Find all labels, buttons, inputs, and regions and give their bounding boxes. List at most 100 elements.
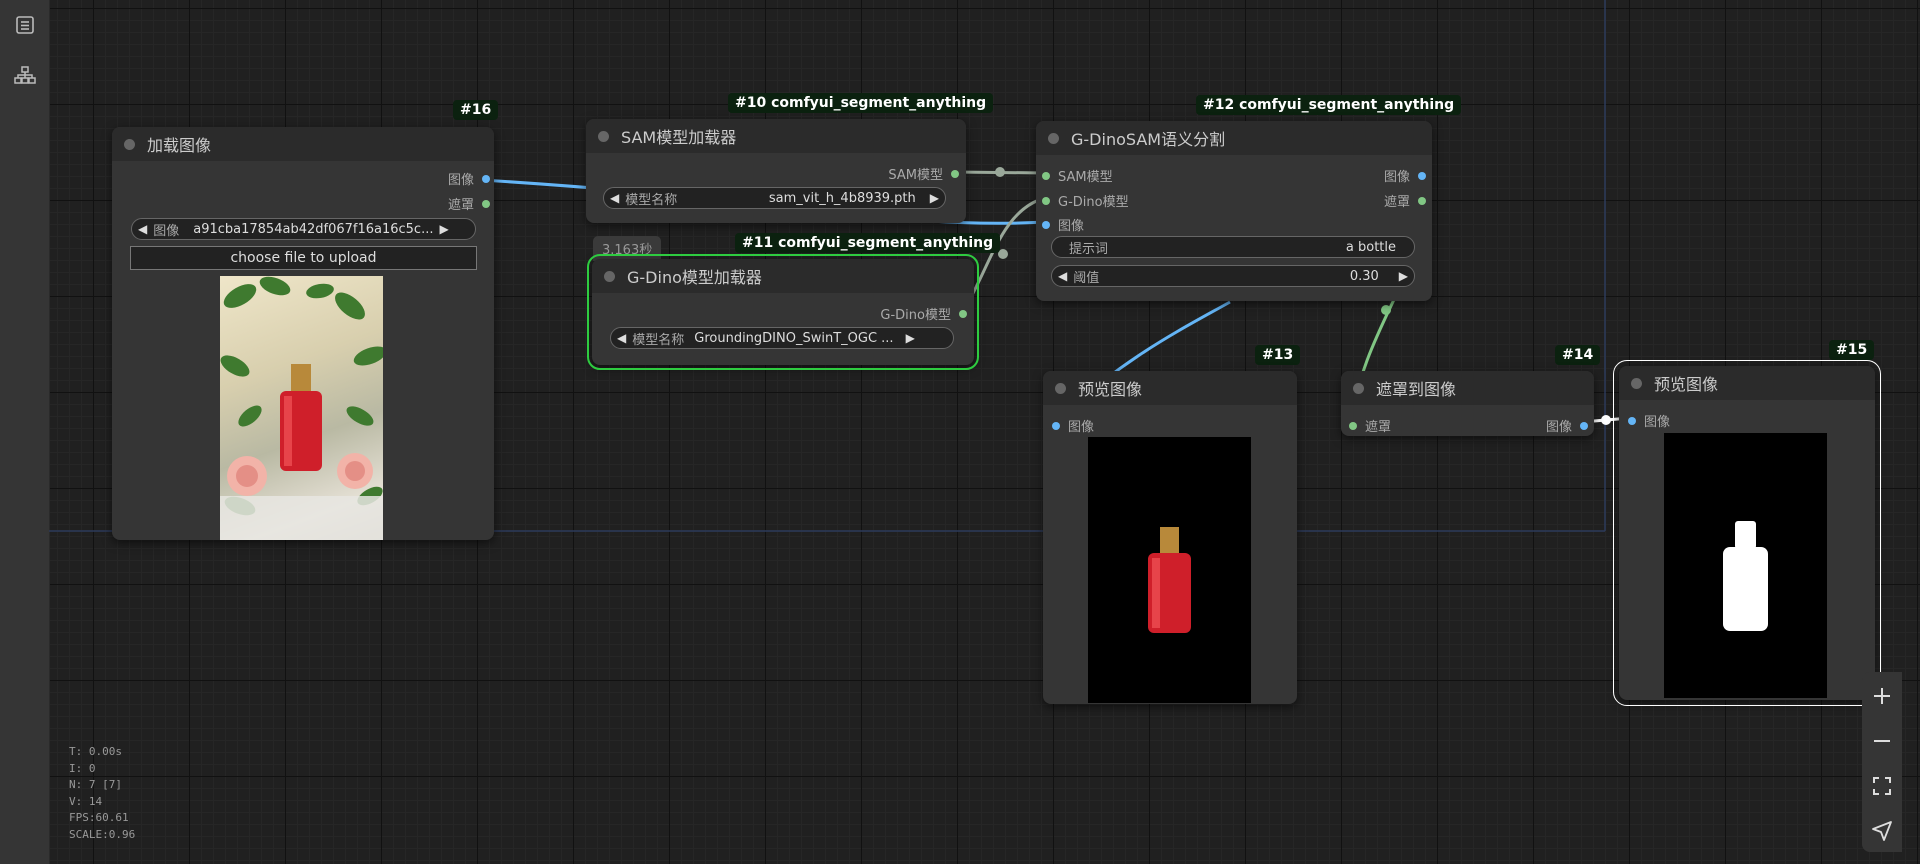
widget-value: sam_vit_h_4b8939.pth xyxy=(768,190,916,206)
node-header[interactable]: 遮罩到图像 xyxy=(1341,371,1594,405)
input-dot[interactable] xyxy=(1042,220,1050,229)
render-stats: T: 0.00s I: 0 N: 7 [7] V: 14 FPS:60.61 S… xyxy=(69,744,135,843)
node-title: 遮罩到图像 xyxy=(1376,380,1457,399)
output-slot-image[interactable]: 图像 xyxy=(448,169,490,188)
node-title: SAM模型加载器 xyxy=(621,128,737,147)
slot-label: 图像 xyxy=(1068,420,1095,435)
image-combo-widget[interactable]: ◀ 图像 a91cba17854ab42df067f16a16c5c... ▶ xyxy=(131,218,476,240)
node-gdino-sam-segment[interactable]: G-DinoSAM语义分割 SAM模型 G-Dino模型 图像 图像 遮罩 提示… xyxy=(1036,121,1432,301)
input-dot[interactable] xyxy=(1052,421,1060,430)
node-sam-model-loader[interactable]: SAM模型加载器 SAM模型 ◀ 模型名称 sam_vit_h_4b8939.p… xyxy=(586,119,966,223)
output-slot-sam-model[interactable]: SAM模型 xyxy=(888,164,959,183)
stat-fps: FPS:60.61 xyxy=(69,811,129,824)
slot-label: G-Dino模型 xyxy=(1058,195,1129,210)
node-header[interactable]: 加载图像 xyxy=(112,127,494,161)
node-header[interactable]: 预览图像 xyxy=(1619,366,1875,400)
input-dot[interactable] xyxy=(1042,171,1050,180)
locate-icon[interactable] xyxy=(1862,811,1902,851)
collapse-toggle[interactable] xyxy=(1631,377,1642,389)
slot-label: 遮罩 xyxy=(1365,420,1392,435)
node-badge: #13 xyxy=(1255,345,1301,365)
node-badge: #16 xyxy=(453,100,499,120)
node-title: G-DinoSAM语义分割 xyxy=(1071,130,1226,149)
node-gdino-model-loader[interactable]: G-Dino模型加载器 G-Dino模型 ◀ 模型名称 GroundingDIN… xyxy=(587,254,979,370)
node-header[interactable]: G-DinoSAM语义分割 xyxy=(1036,121,1432,155)
fit-view-icon[interactable] xyxy=(1862,766,1902,806)
slot-label: SAM模型 xyxy=(888,168,943,183)
node-preview-mask[interactable]: 预览图像 图像 xyxy=(1613,360,1881,706)
slot-label: 遮罩 xyxy=(447,198,474,213)
widget-label: 模型名称 xyxy=(632,332,685,348)
input-dot[interactable] xyxy=(1349,421,1357,430)
widget-label: 模型名称 xyxy=(625,192,678,208)
widget-label: 图像 xyxy=(153,223,180,239)
collapse-toggle[interactable] xyxy=(1055,382,1066,394)
prev-arrow-icon[interactable]: ◀ xyxy=(132,222,153,236)
output-dot[interactable] xyxy=(951,169,959,178)
output-dot[interactable] xyxy=(482,174,490,183)
slot-label: 遮罩 xyxy=(1383,195,1410,210)
stat-time: T: 0.00s xyxy=(69,745,122,758)
node-badge: #15 xyxy=(1829,340,1875,360)
node-title: 加载图像 xyxy=(147,136,212,155)
node-header[interactable]: SAM模型加载器 xyxy=(586,119,966,153)
output-slot-gdino-model[interactable]: G-Dino模型 xyxy=(880,304,967,323)
prompt-text-widget[interactable]: 提示词 a bottle xyxy=(1051,236,1415,258)
model-name-combo[interactable]: ◀ 模型名称 GroundingDINO_SwinT_OGC ... ▶ xyxy=(610,327,954,349)
node-badge: #14 xyxy=(1555,345,1601,365)
widget-label: 提示词 xyxy=(1069,241,1109,257)
node-header[interactable]: 预览图像 xyxy=(1043,371,1297,405)
output-dot[interactable] xyxy=(482,199,490,208)
next-arrow-icon[interactable]: ▶ xyxy=(433,222,454,236)
prev-arrow-icon[interactable]: ◀ xyxy=(1052,269,1073,283)
prev-arrow-icon[interactable]: ◀ xyxy=(611,331,632,345)
slot-label: 图像 xyxy=(1545,420,1572,435)
stat-nodes: N: 7 [7] xyxy=(69,778,122,791)
next-arrow-icon[interactable]: ▶ xyxy=(924,191,945,205)
collapse-toggle[interactable] xyxy=(1048,132,1059,144)
collapse-toggle[interactable] xyxy=(1353,382,1364,394)
zoom-out-icon[interactable] xyxy=(1862,721,1902,761)
node-preview-image[interactable]: 预览图像 图像 xyxy=(1043,371,1297,704)
next-arrow-icon[interactable]: ▶ xyxy=(900,331,921,345)
output-dot[interactable] xyxy=(1418,171,1426,180)
input-slot-image[interactable]: 图像 xyxy=(1628,411,1670,430)
input-slot-gdino-model[interactable]: G-Dino模型 xyxy=(1042,191,1129,210)
output-slot-mask[interactable]: 遮罩 xyxy=(448,194,490,213)
output-dot[interactable] xyxy=(959,309,967,318)
next-arrow-icon[interactable]: ▶ xyxy=(1393,269,1414,283)
input-slot-mask[interactable]: 遮罩 xyxy=(1349,416,1391,435)
collapse-toggle[interactable] xyxy=(598,130,609,142)
prev-arrow-icon[interactable]: ◀ xyxy=(604,191,625,205)
input-slot-image[interactable]: 图像 xyxy=(1042,215,1084,234)
stat-iterations: I: 0 xyxy=(69,761,96,775)
node-header[interactable]: G-Dino模型加载器 xyxy=(592,259,974,293)
model-name-combo[interactable]: ◀ 模型名称 sam_vit_h_4b8939.pth ▶ xyxy=(603,187,946,209)
output-dot[interactable] xyxy=(1418,196,1426,205)
input-dot[interactable] xyxy=(1042,196,1050,205)
upload-button[interactable]: choose file to upload xyxy=(130,246,477,270)
widget-value: GroundingDINO_SwinT_OGC ... xyxy=(694,330,894,346)
node-load-image[interactable]: 加载图像 图像 遮罩 ◀ 图像 a91cba17854ab42df067f16a… xyxy=(112,127,494,540)
output-slot-image[interactable]: 图像 xyxy=(1384,166,1426,185)
output-dot[interactable] xyxy=(1580,421,1588,430)
input-slot-sam-model[interactable]: SAM模型 xyxy=(1042,166,1113,185)
threshold-number-widget[interactable]: ◀ 阈值 0.30 ▶ xyxy=(1051,265,1415,287)
node-title: 预览图像 xyxy=(1654,375,1719,394)
slot-label: 图像 xyxy=(1644,415,1671,430)
output-slot-image[interactable]: 图像 xyxy=(1546,416,1588,435)
input-slot-image[interactable]: 图像 xyxy=(1052,416,1094,435)
stat-scale: SCALE:0.96 xyxy=(69,827,136,841)
output-slot-mask[interactable]: 遮罩 xyxy=(1384,191,1426,210)
collapse-toggle[interactable] xyxy=(604,270,615,282)
input-dot[interactable] xyxy=(1628,416,1636,425)
collapse-toggle[interactable] xyxy=(124,138,135,150)
slot-label: 图像 xyxy=(447,173,474,188)
widget-value: 0.30 xyxy=(1349,268,1379,284)
node-mask-to-image[interactable]: 遮罩到图像 遮罩 图像 xyxy=(1341,371,1594,436)
slot-label: SAM模型 xyxy=(1058,170,1113,185)
slot-label: 图像 xyxy=(1058,219,1085,234)
node-badge: #10 comfyui_segment_anything xyxy=(728,93,994,113)
execution-timer: 3.163秒 xyxy=(593,236,662,261)
zoom-in-icon[interactable] xyxy=(1862,676,1902,716)
